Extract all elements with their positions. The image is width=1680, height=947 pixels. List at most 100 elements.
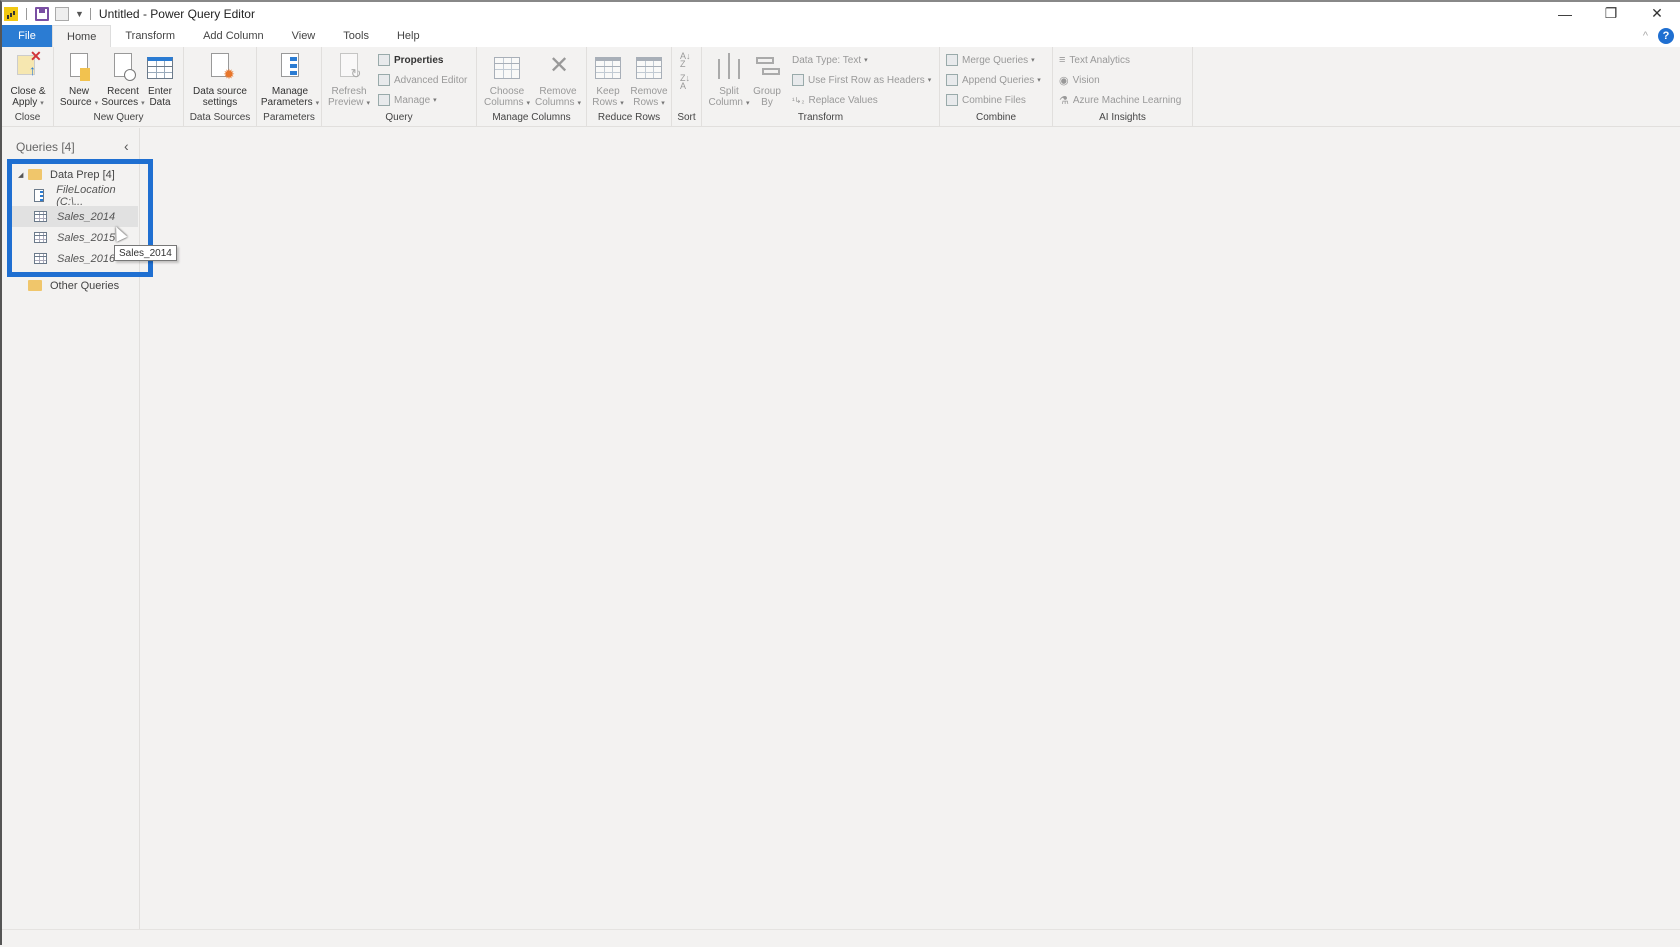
dropdown-arrow-icon[interactable]: ▾: [1031, 56, 1035, 64]
tab-file[interactable]: File: [2, 25, 52, 47]
properties-icon: [378, 54, 390, 66]
close-window-button[interactable]: ✕: [1634, 2, 1680, 25]
dropdown-arrow-icon[interactable]: ▾: [1037, 76, 1041, 84]
split-column-button[interactable]: Split Column▾: [706, 51, 752, 109]
group-by-label-2: By: [748, 97, 786, 108]
data-source-settings-label-2: settings: [188, 97, 252, 108]
flask-icon: ⚗: [1059, 94, 1069, 107]
tooltip: Sales_2014: [114, 245, 177, 261]
table-icon: [34, 232, 47, 243]
remove-rows-button[interactable]: Remove Rows▾: [627, 51, 671, 109]
refresh-preview-button[interactable]: ↻ Refresh Preview▾: [326, 51, 372, 109]
collapse-pane-icon[interactable]: ‹: [124, 138, 129, 154]
enter-data-label-1: Enter: [140, 86, 180, 97]
query-item-filelocation[interactable]: FileLocation (C:\...: [12, 185, 138, 206]
undo-icon[interactable]: [55, 7, 69, 21]
collapse-ribbon-icon[interactable]: ^: [1643, 30, 1648, 42]
use-first-row-icon: [792, 74, 804, 86]
dropdown-arrow-icon[interactable]: ▾: [928, 76, 932, 84]
expand-triangle-icon[interactable]: ◢: [18, 171, 28, 179]
group-by-label-1: Group: [748, 86, 786, 97]
minimize-button[interactable]: —: [1542, 2, 1588, 25]
merge-queries-label: Merge Queries: [962, 55, 1028, 66]
vision-button[interactable]: ◉Vision: [1059, 72, 1100, 88]
data-type-label: Data Type: Text: [792, 55, 861, 66]
enter-data-button[interactable]: Enter Data: [140, 51, 180, 108]
new-source-label-1: New: [56, 86, 102, 97]
group-label-new-query: New Query: [54, 112, 183, 123]
query-label: Sales_2016: [57, 253, 115, 265]
tab-transform[interactable]: Transform: [111, 25, 189, 47]
refresh-preview-icon: ↻: [334, 51, 364, 83]
dropdown-arrow-icon[interactable]: ▾: [40, 100, 44, 107]
dropdown-arrow-icon[interactable]: ▾: [577, 100, 581, 107]
folder-data-prep[interactable]: ◢ Data Prep [4]: [12, 164, 138, 185]
power-query-editor-window: ▼ Untitled - Power Query Editor — ❐ ✕ Fi…: [0, 0, 1680, 945]
group-sort: A↓Z Z↓A Sort: [672, 47, 702, 127]
dropdown-arrow-icon[interactable]: ▾: [433, 96, 437, 104]
choose-columns-label-2: Columns: [484, 97, 523, 108]
dropdown-arrow-icon[interactable]: ▾: [526, 100, 530, 107]
dropdown-arrow-icon[interactable]: ▾: [661, 100, 665, 107]
close-apply-label-1: Close &: [5, 86, 51, 97]
tab-view[interactable]: View: [278, 25, 330, 47]
remove-rows-icon: [634, 51, 664, 83]
preview-area: [141, 128, 1680, 929]
manage-parameters-label-2: Parameters: [261, 97, 313, 108]
combine-files-button[interactable]: Combine Files: [946, 92, 1026, 108]
recent-sources-label-2: Sources: [101, 97, 138, 108]
merge-queries-button[interactable]: Merge Queries▾: [946, 52, 1035, 68]
vision-eye-icon: ◉: [1059, 74, 1069, 87]
new-source-icon: [64, 51, 94, 83]
query-label: Sales_2014: [57, 211, 115, 223]
table-icon: [34, 253, 47, 264]
data-source-settings-button[interactable]: ✹ Data source settings: [188, 51, 252, 108]
text-analytics-icon: ≡: [1059, 54, 1065, 66]
new-source-button[interactable]: New Source▾: [56, 51, 102, 109]
tab-help[interactable]: Help: [383, 25, 434, 47]
restore-button[interactable]: ❐: [1588, 2, 1634, 25]
dropdown-arrow-icon[interactable]: ▾: [367, 100, 371, 107]
sort-descending-icon: Z↓A: [680, 74, 690, 90]
properties-button[interactable]: Properties: [378, 52, 443, 68]
query-label: Sales_2015: [57, 232, 115, 244]
text-analytics-button[interactable]: ≡Text Analytics: [1059, 52, 1130, 68]
folder-other-queries[interactable]: Other Queries: [12, 275, 138, 296]
properties-label: Properties: [394, 55, 443, 66]
dropdown-arrow-icon[interactable]: ▾: [316, 100, 320, 107]
replace-values-button[interactable]: ¹↳₂Replace Values: [792, 92, 878, 108]
customize-quick-access-icon[interactable]: ▼: [75, 9, 84, 19]
tab-tools[interactable]: Tools: [329, 25, 383, 47]
dropdown-arrow-icon[interactable]: ▾: [620, 100, 624, 107]
tab-add-column[interactable]: Add Column: [189, 25, 278, 47]
close-apply-label-2: Apply: [12, 97, 37, 108]
query-label: FileLocation (C:\...: [56, 184, 138, 208]
close-apply-button[interactable]: ✕ ↑ Close & Apply▾: [5, 51, 51, 109]
group-query: ↻ Refresh Preview▾ Properties Advanced E…: [322, 47, 477, 127]
use-first-row-as-headers-button[interactable]: Use First Row as Headers▾: [792, 72, 931, 88]
data-source-settings-icon: ✹: [205, 51, 235, 83]
tab-home[interactable]: Home: [52, 25, 111, 47]
sort-descending-button[interactable]: Z↓A: [680, 73, 690, 91]
append-queries-button[interactable]: Append Queries▾: [946, 72, 1041, 88]
manage-parameters-button[interactable]: Manage Parameters▾: [260, 51, 320, 109]
advanced-editor-button[interactable]: Advanced Editor: [378, 72, 467, 88]
group-label-sort: Sort: [672, 112, 701, 123]
manage-button[interactable]: Manage▾: [378, 92, 437, 108]
dropdown-arrow-icon[interactable]: ▾: [864, 56, 868, 64]
ribbon-tabs: File Home Transform Add Column View Tool…: [2, 25, 1680, 47]
group-ai-insights: ≡Text Analytics ◉Vision ⚗Azure Machine L…: [1053, 47, 1193, 127]
dropdown-arrow-icon[interactable]: ▾: [95, 100, 99, 107]
azure-ml-button[interactable]: ⚗Azure Machine Learning: [1059, 92, 1181, 108]
divider: [90, 8, 91, 20]
data-type-dropdown[interactable]: Data Type: Text▾: [792, 52, 868, 68]
help-icon[interactable]: ?: [1658, 28, 1674, 44]
group-label-query: Query: [322, 112, 476, 123]
group-by-button[interactable]: Group By: [748, 51, 786, 108]
sort-ascending-button[interactable]: A↓Z: [680, 51, 691, 69]
remove-rows-label-1: Remove: [627, 86, 671, 97]
keep-rows-button[interactable]: Keep Rows▾: [587, 51, 629, 109]
choose-columns-button[interactable]: Choose Columns▾: [481, 51, 533, 109]
remove-columns-button[interactable]: ✕ Remove Columns▾: [532, 51, 584, 109]
save-icon[interactable]: [35, 7, 49, 21]
